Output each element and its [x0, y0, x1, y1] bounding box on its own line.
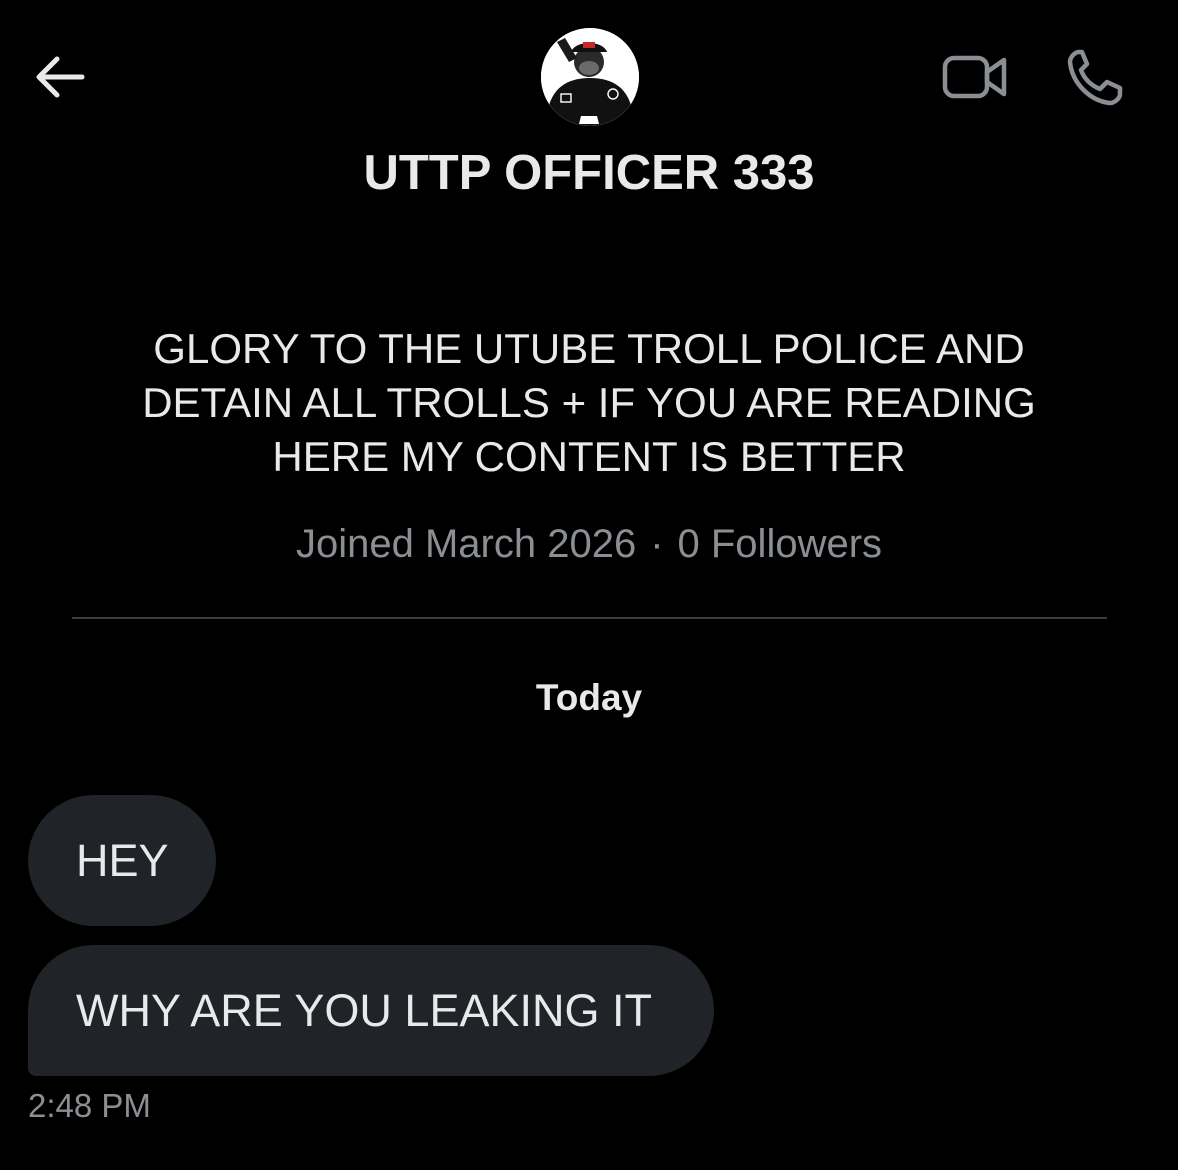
profile-bio: GLORY TO THE UTUBE TROLL POLICE AND DETA… — [142, 325, 1036, 480]
followers-count[interactable]: 0 Followers — [678, 522, 883, 566]
voice-call-button[interactable] — [1060, 44, 1130, 110]
profile-meta: Joined March 2026 · 0 Followers — [0, 520, 1178, 568]
back-button[interactable] — [28, 48, 90, 106]
message-bubble[interactable]: HEY — [28, 795, 216, 926]
profile-name: UTTP OFFICER 333 — [363, 146, 815, 200]
phone-icon — [1067, 49, 1123, 106]
message-text: WHY ARE YOU LEAKING IT — [76, 984, 652, 1036]
message-text: HEY — [76, 834, 169, 886]
arrow-left-icon — [36, 56, 85, 98]
message-timestamp: 2:48 PM — [28, 1087, 151, 1124]
video-camera-icon — [942, 55, 1007, 99]
joined-date: Joined March 2026 — [295, 522, 637, 566]
divider — [72, 617, 1107, 619]
message-bubble[interactable]: WHY ARE YOU LEAKING IT — [28, 945, 714, 1076]
profile-avatar-image — [541, 28, 639, 126]
date-separator: Today — [535, 677, 643, 718]
video-call-button[interactable] — [936, 48, 1014, 106]
meta-separator: · — [650, 522, 664, 566]
avatar[interactable] — [541, 28, 639, 126]
